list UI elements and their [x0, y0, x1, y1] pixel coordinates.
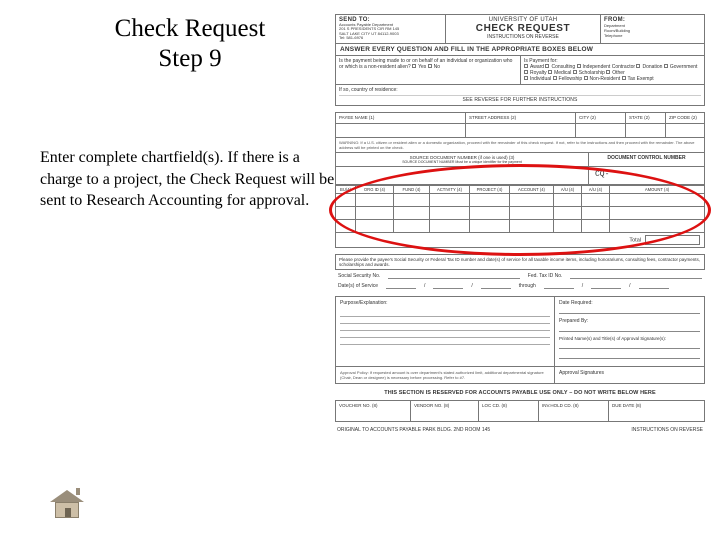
left-column: Check Request Step 9 Enter complete char…	[40, 14, 340, 212]
residence-label: If so, country of residence:	[339, 87, 398, 93]
question-row: Is the payment being made to or on behal…	[335, 56, 705, 85]
date-required-label: Date Required:	[559, 300, 700, 306]
ap-row: VOUCHER NO. (8) VENDOR NO. (8) LOC CD. (…	[335, 400, 705, 422]
total-row: Total	[335, 233, 705, 248]
form-title: CHECK REQUEST	[449, 23, 597, 34]
form-footer: ORIGINAL TO ACCOUNTS PAYABLE PARK BLDG. …	[335, 427, 705, 433]
purpose-label: Purpose/Explanation:	[340, 300, 388, 306]
table-row	[336, 193, 705, 206]
table-row	[336, 219, 705, 232]
approval-policy: Approval Policy: If requested amount is …	[335, 367, 555, 384]
cq-value: CQ-	[589, 167, 704, 182]
prepared-by-label: Prepared By:	[559, 318, 700, 324]
instruction-text: Enter complete chartfield(s). If there i…	[40, 147, 340, 212]
form-header: SEND TO: Accounts Payable Department 201…	[335, 14, 705, 44]
purpose-grid: Purpose/Explanation: Date Required: Prep…	[335, 296, 705, 367]
dcn-label: DOCUMENT CONTROL NUMBER	[589, 153, 704, 166]
slide: Check Request Step 9 Enter complete char…	[0, 0, 720, 540]
footer-left: ORIGINAL TO ACCOUNTS PAYABLE PARK BLDG. …	[337, 427, 490, 433]
policy-grid: Approval Policy: If requested amount is …	[335, 367, 705, 384]
home-icon	[55, 502, 79, 518]
doc-number-header: SOURCE DOCUMENT NUMBER (if one is used) …	[335, 153, 705, 167]
printed-names-label: Printed Name(s) and Title(s) of Approval…	[559, 336, 700, 341]
invoice-note: Please provide the payee's Social Securi…	[335, 254, 705, 270]
payee-body	[335, 124, 705, 138]
form-banner: ANSWER EVERY QUESTION AND FILL IN THE AP…	[335, 44, 705, 56]
payee-header: PAYEE NAME (1) STREET ADDRESS (2) CITY (…	[335, 112, 705, 124]
doc-number-body: CQ-	[335, 167, 705, 185]
send-to-body: Accounts Payable Department 201 S PRESID…	[339, 23, 442, 41]
slide-title: Check Request Step 9	[40, 14, 340, 73]
fedtax-label: Fed. Tax ID No.	[528, 273, 563, 279]
approval-sig-label: Approval Signatures	[559, 370, 700, 376]
table-row	[336, 206, 705, 219]
title-line1: Check Request	[115, 15, 266, 42]
ssn-label: Social Security No.	[338, 273, 380, 279]
home-icon	[76, 488, 80, 495]
footer-right: INSTRUCTIONS ON REVERSE	[631, 427, 703, 433]
form-subtitle: INSTRUCTIONS ON REVERSE	[449, 34, 597, 40]
residence-center: SEE REVERSE FOR FURTHER INSTRUCTIONS	[339, 95, 701, 103]
home-button[interactable]	[50, 490, 84, 520]
from-body: Department Room/Building Telephone	[604, 23, 701, 39]
dos-label: Date(s) of Service	[338, 283, 378, 289]
title-line2: Step 9	[158, 45, 221, 72]
residence-row: If so, country of residence: SEE REVERSE…	[335, 85, 705, 106]
reserved-banner: THIS SECTION IS RESERVED FOR ACCOUNTS PA…	[335, 390, 705, 396]
check-request-form: SEND TO: Accounts Payable Department 201…	[335, 14, 705, 499]
chartfield-table: BU(4) ORG ID (4) FUND (4) ACTIVITY (4) P…	[335, 185, 705, 233]
payee-note: WARNING: If a U.S. citizen or resident a…	[335, 138, 705, 153]
nra-question: Is the payment being made to or on behal…	[339, 58, 512, 70]
